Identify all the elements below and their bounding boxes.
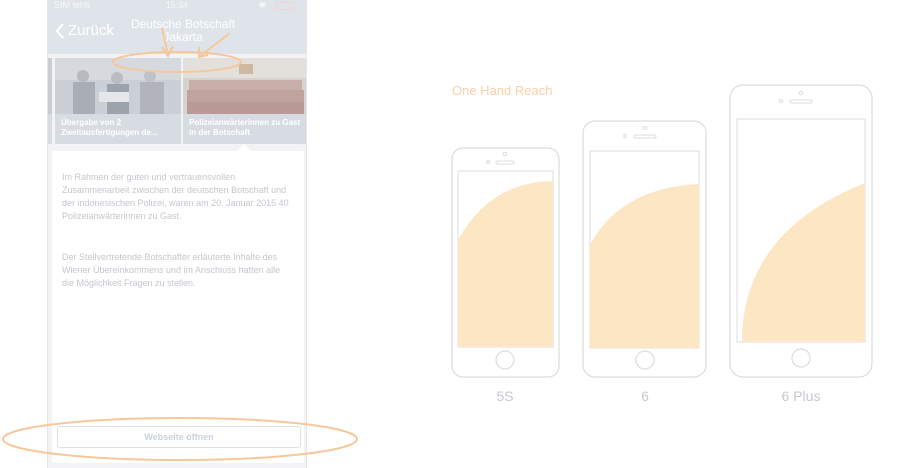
device-label-6-plus: 6 Plus — [781, 388, 821, 404]
device-5s — [451, 147, 560, 378]
device-label-5s: 5S — [496, 388, 514, 404]
device-label-6: 6 — [641, 388, 649, 404]
device-6-plus — [729, 84, 873, 378]
device-6 — [582, 120, 707, 378]
